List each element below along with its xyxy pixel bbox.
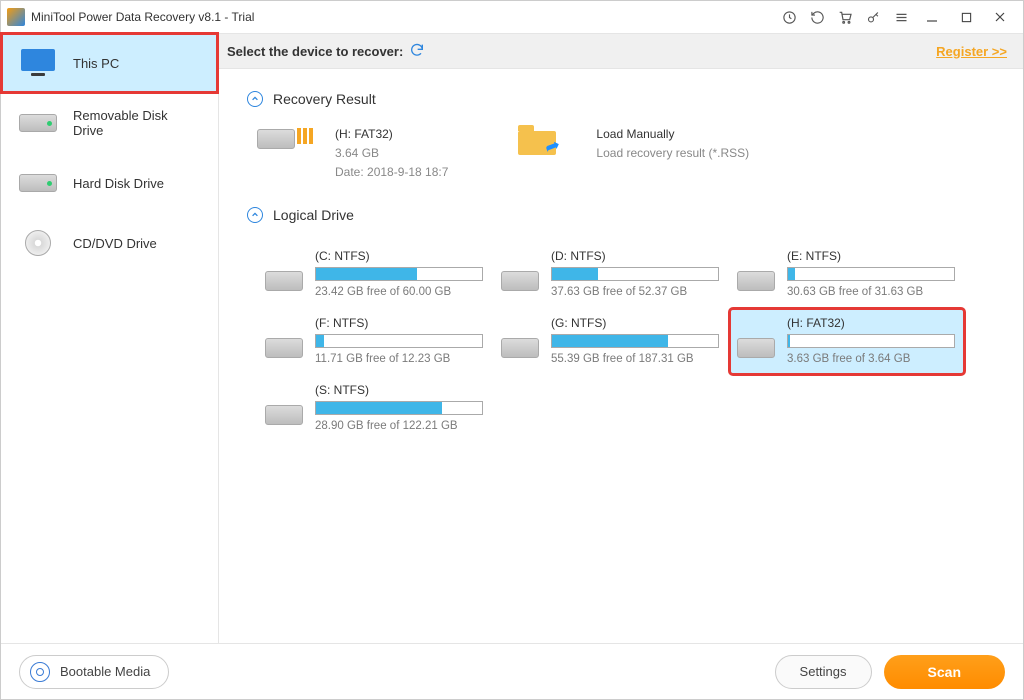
drive-name: (G: NTFS) [551, 316, 719, 330]
drive-icon [501, 338, 539, 358]
sidebar-item-this-pc[interactable]: This PC [1, 33, 218, 93]
drive-icon [737, 338, 775, 358]
recovery-data-icon [297, 128, 315, 144]
sidebar: This PC Removable Disk Drive Hard Disk D… [1, 33, 219, 643]
title-bar: MiniTool Power Data Recovery v8.1 - Tria… [1, 1, 1023, 33]
drive-card[interactable]: (F: NTFS) 11.71 GB free of 12.23 GB [257, 308, 493, 375]
maximize-button[interactable] [949, 3, 983, 31]
minimize-button[interactable] [915, 3, 949, 31]
drive-usage-bar [315, 267, 483, 281]
clock-icon[interactable] [775, 3, 803, 31]
scan-button[interactable]: Scan [884, 655, 1005, 689]
drive-card[interactable]: (D: NTFS) 37.63 GB free of 52.37 GB [493, 241, 729, 308]
sidebar-item-hard-drive[interactable]: Hard Disk Drive [1, 153, 218, 213]
drive-icon [265, 338, 303, 358]
target-icon [30, 662, 50, 682]
cart-icon[interactable] [831, 3, 859, 31]
drive-free-text: 28.90 GB free of 122.21 GB [315, 420, 483, 432]
drive-name: (F: NTFS) [315, 316, 483, 330]
drive-usage-bar [315, 334, 483, 348]
app-logo-icon [7, 8, 25, 26]
drive-card[interactable]: (H: FAT32) 3.63 GB free of 3.64 GB [729, 308, 965, 375]
menu-icon[interactable] [887, 3, 915, 31]
drive-icon [257, 129, 295, 149]
recovery-drive-name: (H: FAT32) [335, 125, 448, 144]
drive-free-text: 11.71 GB free of 12.23 GB [315, 353, 483, 365]
bootable-media-button[interactable]: Bootable Media [19, 655, 169, 689]
sidebar-item-label: Hard Disk Drive [73, 176, 164, 191]
load-manually-title: Load Manually [596, 125, 749, 144]
drive-icon [501, 271, 539, 291]
sidebar-item-cd-dvd[interactable]: CD/DVD Drive [1, 213, 218, 273]
drive-free-text: 30.63 GB free of 31.63 GB [787, 286, 955, 298]
recovery-drive-size: 3.64 GB [335, 144, 448, 163]
key-icon[interactable] [859, 3, 887, 31]
section-title: Logical Drive [273, 207, 354, 223]
sidebar-item-label: CD/DVD Drive [73, 236, 157, 251]
section-header-recovery[interactable]: Recovery Result [247, 91, 995, 107]
recovery-result-card[interactable]: (H: FAT32) 3.64 GB Date: 2018-9-18 18:7 [257, 125, 448, 183]
hard-drive-icon [19, 169, 57, 197]
disc-icon [19, 229, 57, 257]
footer: Bootable Media Settings Scan [1, 643, 1023, 699]
section-title: Recovery Result [273, 91, 376, 107]
close-button[interactable] [983, 3, 1017, 31]
drive-usage-bar [315, 401, 483, 415]
drive-free-text: 23.42 GB free of 60.00 GB [315, 286, 483, 298]
drive-usage-bar [551, 334, 719, 348]
load-manually-card[interactable]: ➦ Load Manually Load recovery result (*.… [518, 125, 749, 183]
folder-import-icon: ➦ [518, 125, 556, 155]
drive-usage-bar [551, 267, 719, 281]
drive-free-text: 55.39 GB free of 187.31 GB [551, 353, 719, 365]
sidebar-item-removable[interactable]: Removable Disk Drive [1, 93, 218, 153]
section-header-logical[interactable]: Logical Drive [247, 207, 995, 223]
drive-name: (E: NTFS) [787, 249, 955, 263]
drive-usage-bar [787, 334, 955, 348]
drive-icon [737, 271, 775, 291]
settings-button[interactable]: Settings [775, 655, 872, 689]
recovery-drive-date: Date: 2018-9-18 18:7 [335, 163, 448, 182]
drive-card[interactable]: (E: NTFS) 30.63 GB free of 31.63 GB [729, 241, 965, 308]
sidebar-item-label: Removable Disk Drive [73, 108, 200, 138]
drive-icon [265, 271, 303, 291]
drive-free-text: 3.63 GB free of 3.64 GB [787, 353, 955, 365]
collapse-icon [247, 91, 263, 107]
drive-name: (C: NTFS) [315, 249, 483, 263]
drive-name: (H: FAT32) [787, 316, 955, 330]
drive-name: (D: NTFS) [551, 249, 719, 263]
drive-card[interactable]: (G: NTFS) 55.39 GB free of 187.31 GB [493, 308, 729, 375]
load-manually-subtitle: Load recovery result (*.RSS) [596, 144, 749, 163]
drive-free-text: 37.63 GB free of 52.37 GB [551, 286, 719, 298]
refresh-icon[interactable] [409, 42, 425, 61]
monitor-icon [19, 49, 57, 77]
drive-name: (S: NTFS) [315, 383, 483, 397]
drive-card[interactable]: (S: NTFS) 28.90 GB free of 122.21 GB [257, 375, 493, 442]
drive-usage-bar [787, 267, 955, 281]
collapse-icon [247, 207, 263, 223]
subheader-label: Select the device to recover: [227, 44, 403, 59]
sidebar-item-label: This PC [73, 56, 119, 71]
removable-drive-icon [19, 109, 57, 137]
update-icon[interactable] [803, 3, 831, 31]
content-area: Recovery Result (H: FAT32) 3.64 GB Date:… [219, 69, 1023, 643]
bootable-media-label: Bootable Media [60, 664, 150, 679]
register-link[interactable]: Register >> [936, 44, 1007, 59]
drive-icon [265, 405, 303, 425]
drive-card[interactable]: (C: NTFS) 23.42 GB free of 60.00 GB [257, 241, 493, 308]
window-title: MiniTool Power Data Recovery v8.1 - Tria… [31, 10, 254, 24]
